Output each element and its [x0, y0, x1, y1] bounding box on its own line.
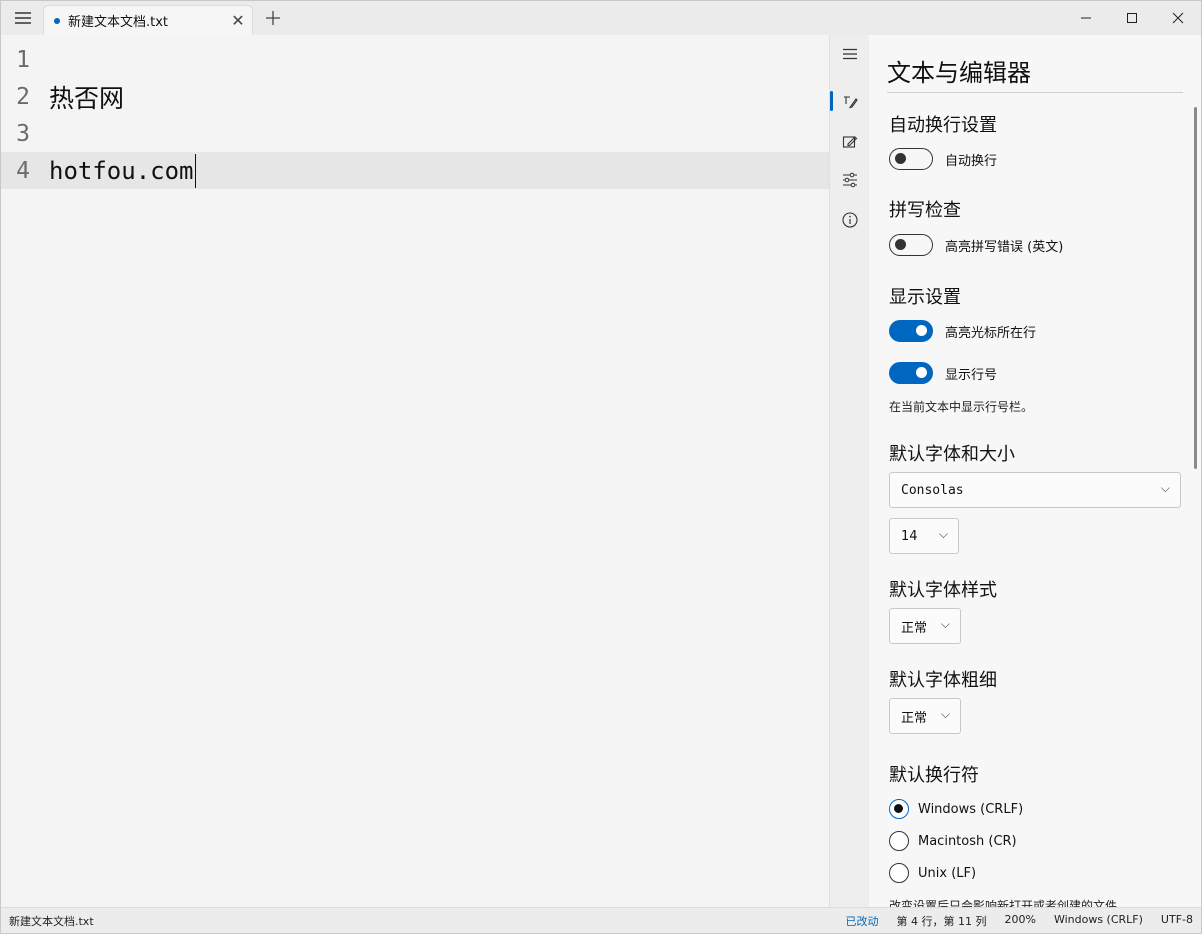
text-editor-settings-icon[interactable]	[830, 87, 870, 117]
radio-button[interactable]	[889, 863, 909, 883]
font-size-dropdown[interactable]: 14 ⌵	[889, 518, 959, 554]
personalization-icon[interactable]	[830, 127, 870, 157]
maximize-icon[interactable]	[1109, 1, 1155, 35]
spell-toggle-row[interactable]: 高亮拼写错误 (英文)	[889, 234, 1063, 256]
status-right-group: 已改动 第 4 行，第 11 列 200% Windows (CRLF) UTF…	[846, 913, 1193, 929]
hamburger-menu-icon[interactable]	[7, 5, 39, 31]
text-editor[interactable]: 1 2 热否网 3 4 hotfou.com	[1, 35, 829, 907]
spell-toggle-label: 高亮拼写错误 (英文)	[945, 239, 1064, 255]
display-heading: 显示设置	[889, 287, 961, 308]
spell-heading: 拼写检查	[889, 200, 961, 221]
font-weight-value: 正常	[901, 710, 928, 726]
status-encoding[interactable]: UTF-8	[1161, 913, 1193, 929]
editor-line: 2 热否网	[1, 78, 829, 115]
status-bar: 新建文本文档.txt 已改动 第 4 行，第 11 列 200% Windows…	[1, 907, 1201, 933]
line-number: 2	[16, 83, 30, 110]
status-eol[interactable]: Windows (CRLF)	[1054, 913, 1143, 929]
text-caret	[194, 153, 196, 188]
font-style-dropdown[interactable]: 正常 ⌵	[889, 608, 961, 644]
eol-note: 改变设置后只会影响新打开或者创建的文件	[889, 899, 1118, 907]
wrap-toggle-label: 自动换行	[945, 153, 998, 169]
editor-line: 1	[1, 41, 829, 78]
tab-title: 新建文本文档.txt	[68, 15, 169, 30]
close-window-icon[interactable]	[1155, 1, 1201, 35]
about-info-icon[interactable]	[830, 205, 870, 235]
font-size-value: 14	[901, 528, 918, 544]
settings-scrollbar[interactable]	[1194, 107, 1197, 469]
divider	[887, 92, 1183, 93]
line-number: 3	[16, 120, 30, 147]
eol-heading: 默认换行符	[889, 765, 979, 786]
chevron-down-icon: ⌵	[940, 707, 950, 721]
window-controls	[1063, 1, 1201, 35]
wrap-heading: 自动换行设置	[889, 115, 997, 136]
close-tab-icon[interactable]: ✕	[224, 11, 252, 30]
eol-radio-macintosh[interactable]: Macintosh (CR)	[889, 830, 1017, 852]
tab-document[interactable]: 新建文本文档.txt ✕	[43, 5, 253, 35]
status-modified[interactable]: 已改动	[846, 913, 879, 929]
font-heading: 默认字体和大小	[889, 444, 1015, 465]
settings-panel: 文本与编辑器 自动换行设置 自动换行 拼写检查 高亮拼写错误 (英文) 显示设置…	[869, 35, 1201, 907]
highlight-line-toggle-row[interactable]: 高亮光标所在行	[889, 320, 1036, 342]
line-number: 4	[16, 157, 30, 184]
notepad-window: 新建文本文档.txt ✕ 1 2 热否网 3 4 hotfou.com 文本与编…	[0, 0, 1202, 934]
highlight-line-toggle[interactable]	[889, 320, 933, 342]
eol-option-label: Macintosh (CR)	[918, 833, 1017, 849]
line-text: hotfou.com	[49, 156, 194, 185]
add-tab-button[interactable]	[259, 5, 287, 31]
font-family-dropdown[interactable]: Consolas ⌵	[889, 472, 1181, 508]
radio-button[interactable]	[889, 799, 909, 819]
chevron-down-icon: ⌵	[938, 527, 948, 541]
line-number-toggle[interactable]	[889, 362, 933, 384]
font-family-value: Consolas	[901, 482, 964, 498]
preferences-sliders-icon[interactable]	[830, 165, 870, 195]
minimize-icon[interactable]	[1063, 1, 1109, 35]
settings-menu-icon[interactable]	[830, 39, 870, 69]
chevron-down-icon: ⌵	[1160, 481, 1170, 495]
eol-option-label: Windows (CRLF)	[918, 801, 1024, 817]
font-weight-heading: 默认字体粗细	[889, 670, 997, 691]
line-number-toggle-row[interactable]: 显示行号	[889, 362, 997, 384]
eol-radio-windows[interactable]: Windows (CRLF)	[889, 798, 1023, 820]
eol-radio-unix[interactable]: Unix (LF)	[889, 862, 976, 884]
settings-nav-rail	[829, 35, 869, 907]
highlight-line-label: 高亮光标所在行	[945, 325, 1037, 341]
line-number: 1	[16, 46, 30, 73]
line-number-hint: 在当前文本中显示行号栏。	[889, 400, 1034, 414]
spell-toggle[interactable]	[889, 234, 933, 256]
status-file-name: 新建文本文档.txt	[9, 914, 94, 928]
settings-title: 文本与编辑器	[887, 59, 1031, 87]
editor-line-current: 4 hotfou.com	[1, 152, 829, 189]
line-text: 热否网	[49, 83, 125, 113]
font-weight-dropdown[interactable]: 正常 ⌵	[889, 698, 961, 734]
font-style-heading: 默认字体样式	[889, 580, 997, 601]
eol-option-label: Unix (LF)	[918, 865, 977, 881]
font-style-value: 正常	[901, 620, 928, 636]
status-zoom[interactable]: 200%	[1005, 913, 1036, 929]
editor-line: 3	[1, 115, 829, 152]
title-bar: 新建文本文档.txt ✕	[1, 1, 1201, 35]
wrap-toggle-row[interactable]: 自动换行	[889, 148, 997, 170]
status-position[interactable]: 第 4 行，第 11 列	[897, 913, 987, 929]
wrap-toggle[interactable]	[889, 148, 933, 170]
radio-button[interactable]	[889, 831, 909, 851]
chevron-down-icon: ⌵	[940, 617, 950, 631]
line-number-label: 显示行号	[945, 367, 998, 383]
unsaved-dot-icon	[54, 17, 60, 24]
